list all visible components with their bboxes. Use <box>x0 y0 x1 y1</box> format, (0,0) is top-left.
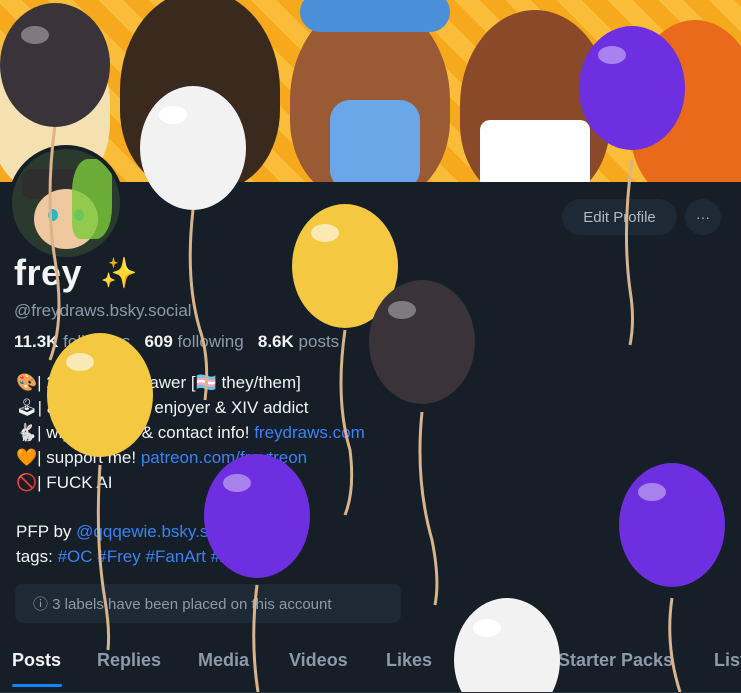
following-label: following <box>177 332 244 351</box>
following-count: 609 <box>144 332 173 351</box>
pfp-artist-link[interactable]: @qqqewie.bsky.social <box>76 522 243 541</box>
followers-count: 11.3K <box>14 332 59 351</box>
bio-emoji: 🎨 <box>16 373 38 392</box>
bio-text: | wip portfolio & contact info! <box>37 423 255 442</box>
tags-prefix: tags: <box>16 547 58 566</box>
bio-text: | amateur FGC enjoyer & XIV addict <box>37 398 309 417</box>
bio-line: 🐇| wip portfolio & contact info! freydra… <box>16 420 365 445</box>
more-options-button[interactable]: ··· <box>685 199 721 235</box>
labels-notice[interactable]: ⓘ 3 labels have been placed on this acco… <box>15 584 401 623</box>
edit-profile-button[interactable]: Edit Profile <box>562 199 677 235</box>
portfolio-link[interactable]: freydraws.com <box>254 423 365 442</box>
tag-link[interactable]: #FanArt <box>146 547 206 566</box>
tab-feeds[interactable]: Feeds <box>470 650 522 671</box>
tag-link[interactable]: #Frey <box>97 547 140 566</box>
bio-emoji: 🕹 <box>16 398 38 417</box>
bio-text: | 25yo dutch drawer [🏳️‍⚧️ they/them] <box>37 373 301 392</box>
active-tab-indicator <box>12 684 62 687</box>
bio-emoji: 🚫 <box>16 473 38 492</box>
following-link[interactable]: 609 following <box>144 332 243 351</box>
tag-link[interactable]: #Art <box>211 547 242 566</box>
display-name: frey <box>14 252 83 293</box>
tab-videos[interactable]: Videos <box>289 650 348 671</box>
bio-line: 🧡| support me! patreon.com/freytreon <box>16 445 365 470</box>
balloon-icon <box>369 280 475 606</box>
profile-stats: 11.3K followers 609 following 8.6K posts <box>14 332 339 352</box>
tab-posts[interactable]: Posts <box>12 650 61 671</box>
tab-media[interactable]: Media <box>198 650 249 671</box>
tab-likes[interactable]: Likes <box>386 650 432 671</box>
sparkle-icon: ✨ <box>100 257 138 290</box>
pfp-credit: PFP by @qqqewie.bsky.social tags: #OC #F… <box>16 519 243 569</box>
posts-count: 8.6K <box>257 332 294 351</box>
tab-lists[interactable]: Lists <box>714 650 741 671</box>
tag-link[interactable]: #OC <box>58 547 93 566</box>
profile-handle: @freydraws.bsky.social <box>14 301 192 320</box>
bio-emoji: 🧡 <box>16 448 38 467</box>
patreon-link[interactable]: patreon.com/freytreon <box>141 448 307 467</box>
bio-text: | support me! <box>37 448 141 467</box>
followers-label: followers <box>63 332 131 351</box>
posts-label: posts <box>298 332 340 351</box>
bio-line: 🎨| 25yo dutch drawer [🏳️‍⚧️ they/them] <box>16 370 365 395</box>
posts-stat: 8.6K posts <box>258 332 339 351</box>
profile-tabs: Posts Replies Media Videos Likes Feeds S… <box>0 640 741 693</box>
bio-text: | FUCK AI <box>37 473 113 492</box>
avatar[interactable] <box>8 145 124 261</box>
bio-line: 🚫| FUCK AI <box>16 470 365 495</box>
profile-bio: 🎨| 25yo dutch drawer [🏳️‍⚧️ they/them] 🕹… <box>16 370 365 495</box>
bio-emoji: 🐇 <box>16 423 38 442</box>
tab-starter-packs[interactable]: Starter Packs <box>558 650 673 671</box>
profile-banner[interactable] <box>0 0 741 182</box>
followers-link[interactable]: 11.3K followers <box>14 332 130 351</box>
tab-replies[interactable]: Replies <box>97 650 161 671</box>
pfp-prefix: PFP by <box>16 522 77 541</box>
bio-line: 🕹| amateur FGC enjoyer & XIV addict <box>16 395 365 420</box>
